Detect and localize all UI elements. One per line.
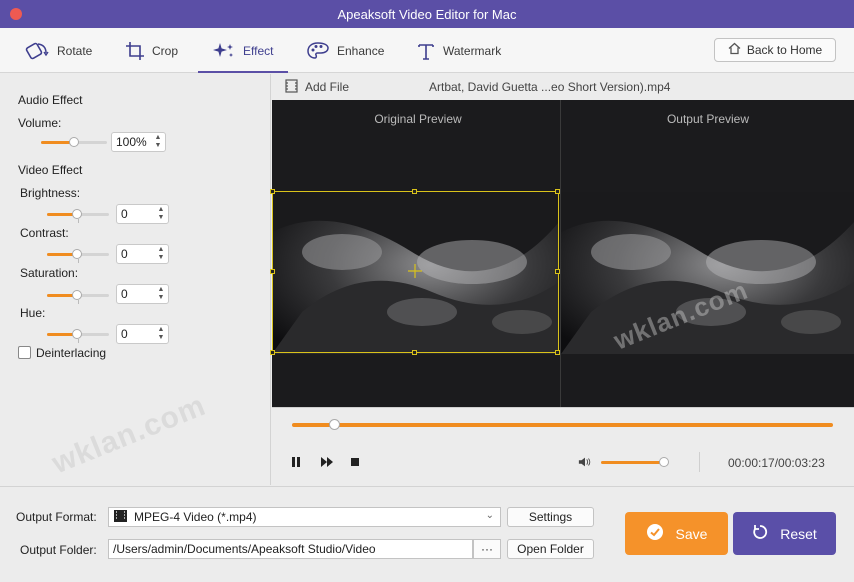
output-format-select[interactable]: MPEG-4 Video (*.mp4) ⌄ [108,507,501,527]
save-label: Save [675,525,708,542]
crop-handle[interactable] [555,350,560,355]
crop-handle[interactable] [412,189,417,194]
check-circle-icon [646,523,664,544]
crop-icon [125,41,145,61]
playback-time: 00:00:17/00:03:23 [728,456,825,470]
volume-slider[interactable] [41,137,107,147]
output-preview-label: Output Preview [666,112,750,126]
back-to-home-button[interactable]: Back to Home [714,38,836,62]
tab-crop[interactable]: Crop [125,28,178,73]
contrast-slider[interactable] [47,249,109,263]
chevron-down-icon: ⌄ [485,510,494,521]
volume-slider-knob[interactable] [69,137,79,147]
brightness-label: Brightness: [20,186,81,200]
saturation-stepper[interactable]: 0 ▲ ▼ [116,284,169,304]
crop-handle[interactable] [270,350,275,355]
save-button[interactable]: Save [625,512,728,555]
saturation-slider-knob[interactable] [72,290,82,300]
tab-enhance[interactable]: Enhance [306,28,384,73]
watermark-icon [416,41,436,61]
rotate-icon [24,41,50,61]
reset-button[interactable]: Reset [733,512,836,555]
tab-enhance-label: Enhance [337,43,385,58]
stepper-arrows-icon[interactable]: ▲ ▼ [156,326,166,342]
brightness-slider-knob[interactable] [72,209,82,219]
output-folder-label: Output Folder: [20,543,97,557]
volume-knob[interactable] [659,457,669,467]
deinterlacing-label: Deinterlacing [36,346,107,360]
output-format-label: Output Format: [16,510,97,524]
volume-label: Volume: [18,116,62,130]
crop-handle[interactable] [270,269,275,274]
tab-crop-label: Crop [152,43,179,58]
active-tab-indicator [198,71,288,73]
tab-rotate[interactable]: Rotate [24,28,92,73]
output-video-frame [561,192,854,354]
output-folder-field[interactable]: /Users/admin/Documents/Apeaksoft Studio/… [108,539,473,559]
speaker-icon[interactable] [578,455,592,469]
tab-watermark[interactable]: Watermark [416,28,501,73]
stepper-arrows-icon[interactable]: ▲ ▼ [156,246,166,262]
original-preview-label: Original Preview [374,112,462,126]
progress-bar[interactable] [292,423,833,427]
saturation-label: Saturation: [20,266,79,280]
output-folder-value: /Users/admin/Documents/Apeaksoft Studio/… [113,542,376,556]
brightness-value: 0 [121,207,128,221]
film-icon [285,79,298,96]
contrast-label: Contrast: [20,226,69,240]
crop-handle[interactable] [270,189,275,194]
home-icon [728,42,741,58]
progress-knob[interactable] [329,419,340,430]
title-bar: Apeaksoft Video Editor for Mac [0,0,854,28]
effect-icon [212,41,236,61]
reset-icon [752,524,768,543]
volume-value: 100% [116,135,147,149]
controls-divider [699,452,700,472]
open-folder-button[interactable]: Open Folder [507,539,594,559]
stepper-arrows-icon[interactable]: ▲ ▼ [153,134,163,150]
settings-button[interactable]: Settings [507,507,594,527]
brightness-slider[interactable] [47,209,109,223]
browse-folder-button[interactable]: ··· [473,539,501,559]
tab-effect-label: Effect [243,43,274,58]
tab-effect[interactable]: Effect [212,28,273,73]
playback-controls [272,407,854,485]
stepper-arrows-icon[interactable]: ▲ ▼ [156,286,166,302]
hue-slider-knob[interactable] [72,329,82,339]
back-to-home-label: Back to Home [746,43,823,57]
hue-slider[interactable] [47,329,109,343]
hue-label: Hue: [20,306,46,320]
stepper-arrows-icon[interactable]: ▲ ▼ [156,206,166,222]
film-icon [113,509,128,526]
file-name: Artbat, David Guetta ...eo Short Version… [429,80,671,94]
contrast-stepper[interactable]: 0 ▲ ▼ [116,244,169,264]
pause-icon[interactable] [289,455,303,469]
crosshair-icon [408,264,422,278]
saturation-value: 0 [121,287,128,301]
deinterlacing-checkbox[interactable] [18,346,31,359]
video-effect-heading: Video Effect [18,163,83,177]
contrast-value: 0 [121,247,128,261]
brightness-stepper[interactable]: 0 ▲ ▼ [116,204,169,224]
window-title: Apeaksoft Video Editor for Mac [337,7,517,22]
crop-handle[interactable] [412,350,417,355]
audio-effect-heading: Audio Effect [18,93,83,107]
volume-bar[interactable] [601,461,665,464]
hue-stepper[interactable]: 0 ▲ ▼ [116,324,169,344]
crop-handle[interactable] [555,269,560,274]
tab-watermark-label: Watermark [443,43,502,58]
stop-icon[interactable] [348,455,362,469]
add-file-button[interactable]: Add File [305,80,349,94]
fast-forward-icon[interactable] [320,455,334,469]
reset-label: Reset [780,525,817,542]
saturation-slider[interactable] [47,290,109,304]
volume-stepper[interactable]: 100% ▲ ▼ [111,132,166,152]
contrast-slider-knob[interactable] [72,249,82,259]
tab-rotate-label: Rotate [57,43,93,58]
crop-handle[interactable] [555,189,560,194]
enhance-icon [306,41,330,61]
output-format-value: MPEG-4 Video (*.mp4) [134,510,257,524]
hue-value: 0 [121,327,128,341]
